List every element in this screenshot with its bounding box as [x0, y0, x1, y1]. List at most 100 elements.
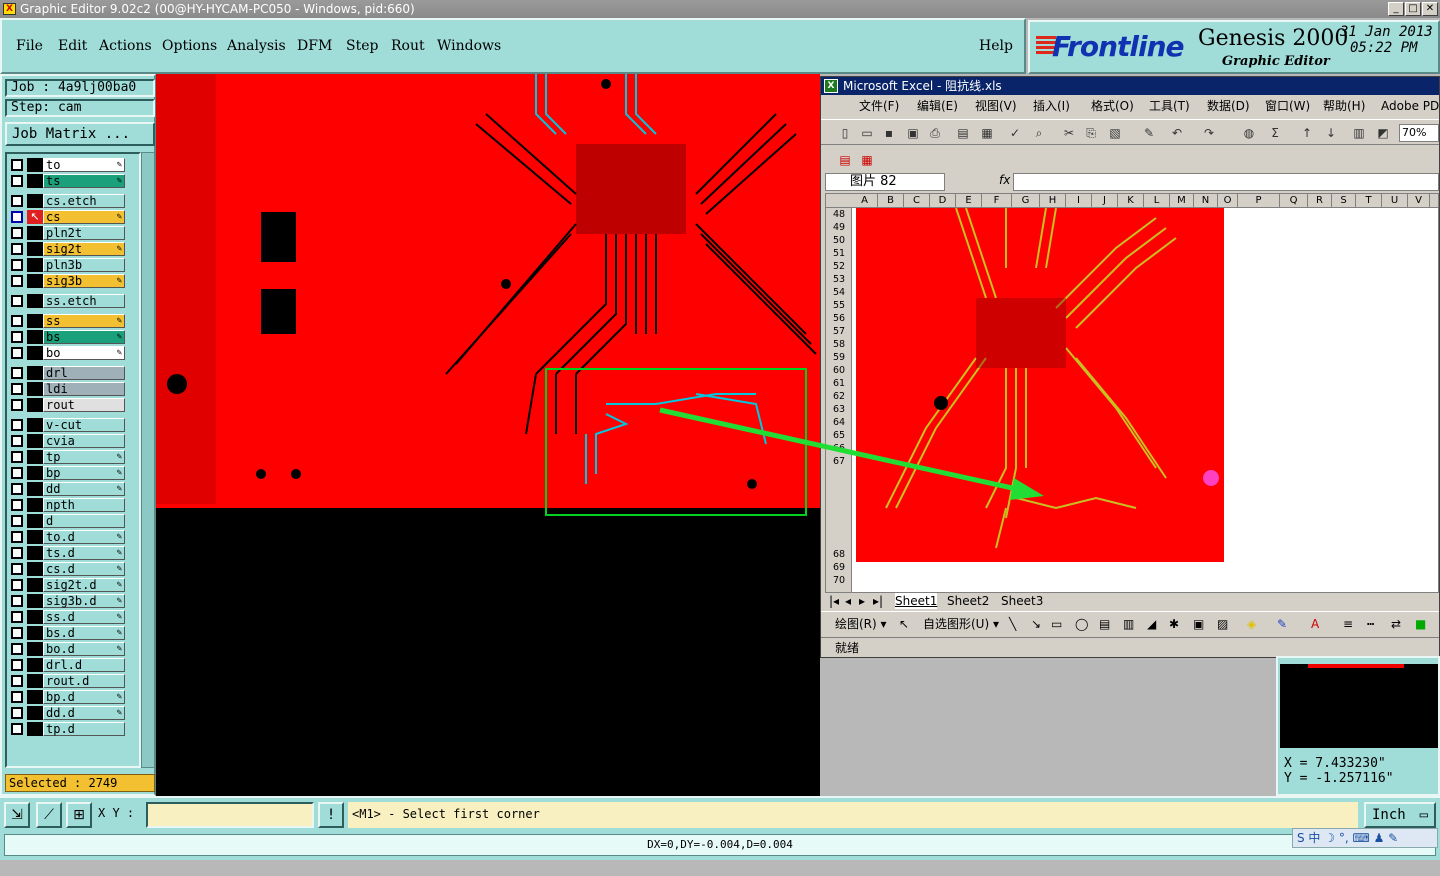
layer-checkbox[interactable] [11, 515, 23, 527]
layer-checkbox[interactable] [11, 383, 23, 395]
layer-row-bs-d[interactable]: bs.d ✎ [9, 626, 127, 640]
drawing-icon[interactable]: ◩ [1375, 125, 1391, 141]
layer-name[interactable]: to.d ✎ [43, 530, 125, 544]
menu-dfm[interactable]: DFM [297, 38, 332, 54]
layer-swatch[interactable] [27, 398, 43, 412]
layer-name[interactable]: tp.d [43, 722, 125, 736]
row-header[interactable]: 49 [826, 221, 852, 234]
layer-name[interactable]: rout [43, 398, 125, 412]
save-icon[interactable]: ▪ [881, 125, 897, 141]
layer-row-cvia[interactable]: cvia [9, 434, 127, 448]
chart-wizard-icon[interactable]: ▥ [1351, 125, 1367, 141]
layer-scrollbar[interactable] [141, 152, 155, 768]
layer-swatch[interactable] [27, 434, 43, 448]
pdf-mail-icon[interactable]: ▦ [859, 152, 875, 168]
menu-analysis[interactable]: Analysis [227, 38, 286, 54]
layer-row-tp[interactable]: tp ✎ [9, 450, 127, 464]
layer-checkbox[interactable] [11, 579, 23, 591]
row-header[interactable]: 59 [826, 351, 852, 364]
row-header[interactable]: 55 [826, 299, 852, 312]
oval-icon[interactable]: ◯ [1075, 612, 1088, 636]
column-header[interactable]: I [1066, 194, 1092, 208]
layer-checkbox[interactable] [11, 419, 23, 431]
window-title-bar[interactable]: X Graphic Editor 9.02c2 (00@HY-HYCAM-PC0… [0, 0, 1440, 18]
menu-rout[interactable]: Rout [391, 38, 425, 54]
layer-name[interactable]: ts ✎ [43, 174, 125, 188]
spelling-icon[interactable]: ✓ [1007, 125, 1023, 141]
excel-title-bar[interactable]: X Microsoft Excel - 阻抗线.xls [821, 77, 1439, 95]
layer-checkbox[interactable] [11, 451, 23, 463]
layer-swatch[interactable] [27, 642, 43, 656]
column-header[interactable]: N [1194, 194, 1218, 208]
layer-swatch[interactable] [27, 366, 43, 380]
graphic-canvas[interactable] [156, 74, 820, 796]
units-dropdown[interactable]: Inch ▭ [1364, 802, 1436, 828]
layer-swatch[interactable] [27, 562, 43, 576]
layer-row-d[interactable]: d [9, 514, 127, 528]
layer-checkbox[interactable] [11, 483, 23, 495]
menu-step[interactable]: Step [346, 38, 378, 54]
excel-menu-file[interactable]: 文件(F) [859, 95, 899, 117]
excel-menu-edit[interactable]: 编辑(E) [917, 95, 958, 117]
layer-swatch[interactable] [27, 706, 43, 720]
layer-row-drl-d[interactable]: drl.d [9, 658, 127, 672]
row-header[interactable]: 69 [826, 561, 852, 574]
layer-checkbox[interactable] [11, 159, 23, 171]
layer-checkbox[interactable] [11, 707, 23, 719]
layer-checkbox[interactable] [11, 563, 23, 575]
menu-help[interactable]: Help [979, 38, 1013, 54]
layer-checkbox[interactable] [11, 435, 23, 447]
excel-menu-insert[interactable]: 插入(I) [1033, 95, 1070, 117]
layer-swatch[interactable] [27, 722, 43, 736]
permission-icon[interactable]: ▣ [905, 125, 921, 141]
excel-menu-adobe-pdf[interactable]: Adobe PDF( [1381, 95, 1440, 117]
layer-row-pln2t[interactable]: pln2t [9, 226, 127, 240]
layer-checkbox[interactable] [11, 399, 23, 411]
snap-icon[interactable]: ⇲ [4, 802, 30, 828]
preview-icon[interactable]: ▦ [979, 125, 995, 141]
formula-bar[interactable] [1013, 173, 1439, 191]
embedded-picture[interactable] [856, 208, 1224, 562]
layer-name[interactable]: bp ✎ [43, 466, 125, 480]
line-icon[interactable]: ╲ [1009, 612, 1016, 636]
draw-menu-button[interactable]: 绘图(R) ▾ [835, 612, 887, 636]
layer-checkbox[interactable] [11, 467, 23, 479]
row-header[interactable]: 60 [826, 364, 852, 377]
insert-picture-icon[interactable]: ▨ [1217, 612, 1228, 636]
layer-checkbox[interactable] [11, 659, 23, 671]
layer-checkbox[interactable] [11, 259, 23, 271]
open-icon[interactable]: ▭ [859, 125, 875, 141]
overview-window[interactable] [1280, 664, 1438, 748]
layer-row-rout[interactable]: rout [9, 398, 127, 412]
layer-name[interactable]: pln3b [43, 258, 125, 272]
layer-name[interactable]: bs ✎ [43, 330, 125, 344]
menu-actions[interactable]: Actions [99, 38, 152, 54]
new-icon[interactable]: ▯ [837, 125, 853, 141]
layer-checkbox[interactable] [11, 675, 23, 687]
layer-swatch[interactable] [27, 498, 43, 512]
paste-icon[interactable]: ▧ [1107, 125, 1123, 141]
column-header[interactable]: M [1170, 194, 1194, 208]
clipart-icon[interactable]: ▣ [1193, 612, 1204, 636]
minimize-button[interactable]: _ [1388, 2, 1404, 16]
print-icon[interactable]: ⎙ [927, 125, 943, 141]
column-header[interactable]: K [1118, 194, 1144, 208]
layer-checkbox[interactable] [11, 723, 23, 735]
sheet-nav-last-icon[interactable]: ▸| [873, 593, 883, 609]
vertical-textbox-icon[interactable]: ▥ [1123, 612, 1134, 636]
layer-name[interactable]: ss.d ✎ [43, 610, 125, 624]
layer-row-ldi[interactable]: ldi [9, 382, 127, 396]
row-header[interactable]: 64 [826, 416, 852, 429]
layer-swatch[interactable] [27, 466, 43, 480]
layer-checkbox[interactable] [11, 331, 23, 343]
cut-icon[interactable]: ✂ [1061, 125, 1077, 141]
layer-swatch[interactable] [27, 450, 43, 464]
layer-swatch[interactable] [27, 658, 43, 672]
layer-row-cs[interactable]: ↖ cs ✎ [9, 210, 127, 224]
column-header[interactable]: H [1040, 194, 1066, 208]
pdf-convert-icon[interactable]: ▤ [837, 152, 853, 168]
layer-name[interactable]: v-cut [43, 418, 125, 432]
layer-checkbox[interactable] [11, 227, 23, 239]
layer-checkbox[interactable] [11, 595, 23, 607]
arrow-style-icon[interactable]: ⇄ [1391, 612, 1401, 636]
